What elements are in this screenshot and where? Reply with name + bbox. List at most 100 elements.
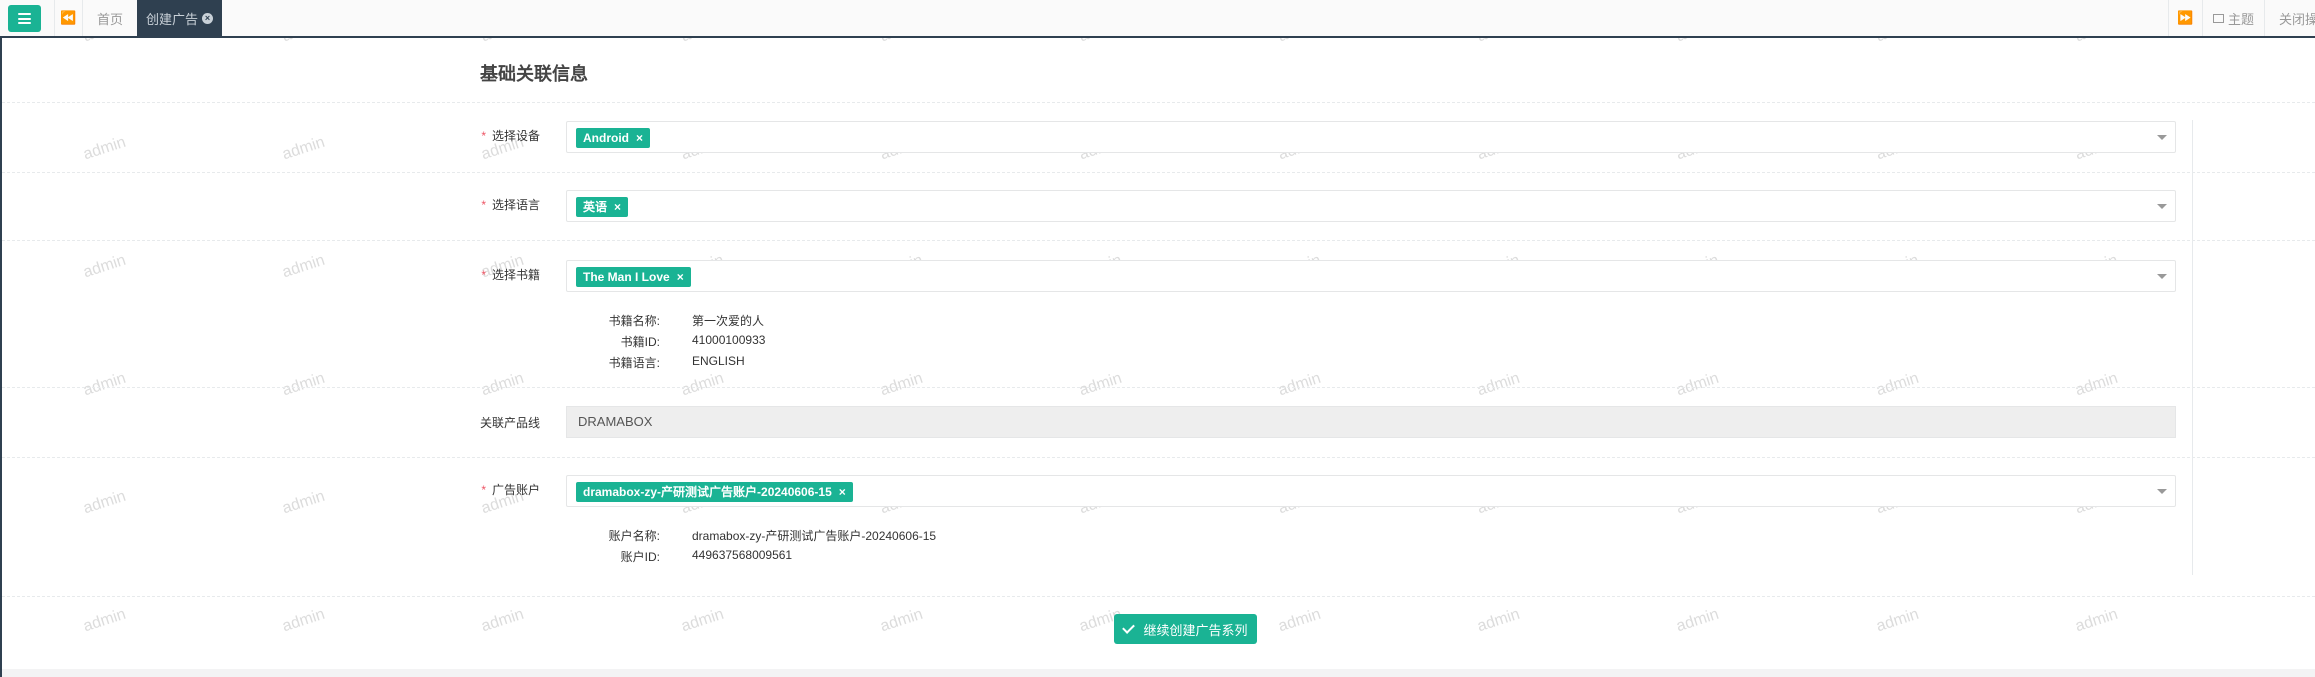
watermark-text: admin (81, 369, 128, 400)
required-mark: * (481, 129, 486, 143)
watermark-text: admin (2073, 369, 2120, 400)
chevron-down-icon (2157, 489, 2167, 494)
ad-account-label: * 广告账户 (430, 481, 540, 498)
ad-account-select[interactable]: dramabox-zy-产研测试广告账户-20240606-15 × (566, 475, 2176, 507)
tab-create-ad[interactable]: 创建广告 × (137, 0, 222, 36)
watermark-text: admin (878, 369, 925, 400)
device-select[interactable]: Android × (566, 121, 2176, 153)
book-select[interactable]: The Man I Love × (566, 260, 2176, 292)
selected-tag-label: The Man I Love (583, 270, 670, 284)
chevron-down-icon (2157, 135, 2167, 140)
theme-icon (2212, 13, 2224, 23)
watermark-text: admin (878, 605, 925, 636)
check-icon (1122, 621, 1136, 634)
watermark-text: admin (679, 605, 726, 636)
close-operations-label: 关闭操作 (2279, 11, 2315, 27)
language-label-text: 选择语言 (491, 198, 540, 212)
watermark-text: admin (280, 369, 327, 400)
selected-tag: The Man I Love × (576, 267, 691, 287)
watermark-text: admin (1276, 369, 1323, 400)
product-line-label: 关联产品线 (430, 414, 540, 431)
book-label-text: 选择书籍 (491, 268, 540, 282)
divider (2, 457, 2315, 458)
watermark-text: admin (1874, 605, 1921, 636)
book-language-key: 书籍语言: (608, 356, 660, 370)
form-right-border (2192, 120, 2193, 575)
account-name-key: 账户名称: (608, 529, 660, 543)
watermark-text: admin (1874, 369, 1921, 400)
watermark-text: admin (81, 487, 128, 518)
book-label: * 选择书籍 (430, 266, 540, 283)
continue-create-campaign-label: 继续创建广告系列 (1143, 622, 1248, 638)
divider (2, 172, 2315, 173)
tabs-scroll-left-button[interactable]: ⏪ (54, 0, 82, 36)
close-operations-button[interactable]: 关闭操作 (2264, 0, 2315, 36)
watermark-text: admin (1475, 369, 1522, 400)
divider (2, 596, 2315, 597)
menu-toggle-button[interactable] (8, 5, 41, 32)
selected-tag-label: Android (583, 131, 629, 145)
tag-remove-button[interactable]: × (839, 485, 846, 499)
required-mark: * (481, 268, 486, 282)
divider (2, 240, 2315, 241)
watermark-text: admin (1475, 605, 1522, 636)
section-title: 基础关联信息 (480, 64, 588, 84)
watermark-text: admin (679, 369, 726, 400)
watermark-text: admin (2073, 605, 2120, 636)
watermark-text: admin (280, 133, 327, 164)
watermark-text: admin (1674, 605, 1721, 636)
product-line-field: DRAMABOX (566, 406, 2176, 438)
book-language-value: ENGLISH (692, 354, 745, 368)
tab-create-ad-label: 创建广告 (145, 11, 198, 27)
book-name-value: 第一次爱的人 (692, 314, 765, 328)
language-label: * 选择语言 (430, 196, 540, 213)
continue-create-campaign-button[interactable]: 继续创建广告系列 (1114, 614, 1257, 644)
book-id-value: 41000100933 (692, 333, 766, 347)
top-tab-bar: ⏪ 首页 创建广告 × ⏩ 主题 关闭操作 (0, 0, 2315, 38)
selected-tag-label: dramabox-zy-产研测试广告账户-20240606-15 (583, 485, 832, 499)
watermark-text: admin (479, 605, 526, 636)
footer-strip (2, 669, 2315, 677)
hamburger-icon (18, 13, 31, 24)
watermark-text: admin (280, 605, 327, 636)
ad-account-label-text: 广告账户 (491, 483, 540, 497)
selected-tag: Android × (576, 128, 651, 148)
watermark-text: admin (280, 251, 327, 282)
watermark-text: admin (1077, 369, 1124, 400)
watermark-text: admin (1674, 369, 1721, 400)
language-select[interactable]: 英语 × (566, 190, 2176, 222)
selected-tag: 英语 × (576, 197, 629, 217)
double-chevron-left-icon: ⏪ (60, 10, 77, 25)
tab-home[interactable]: 首页 (82, 0, 137, 36)
account-id-value: 449637568009561 (692, 548, 793, 562)
selected-tag-label: 英语 (583, 200, 608, 214)
book-name-key: 书籍名称: (608, 314, 660, 328)
required-mark: * (481, 198, 486, 212)
watermark-text: admin (1276, 605, 1323, 636)
tag-remove-button[interactable]: × (614, 200, 621, 214)
required-mark: * (481, 483, 486, 497)
chevron-down-icon (2157, 204, 2167, 209)
account-name-value: dramabox-zy-产研测试广告账户-20240606-15 (692, 529, 937, 543)
watermark-text: admin (280, 487, 327, 518)
watermark-text: admin (81, 133, 128, 164)
watermark-text: admin (81, 605, 128, 636)
tag-remove-button[interactable]: × (636, 131, 643, 145)
account-id-key: 账户ID: (620, 550, 660, 564)
device-label-text: 选择设备 (491, 129, 540, 143)
double-chevron-right-icon: ⏩ (2177, 10, 2194, 25)
selected-tag: dramabox-zy-产研测试广告账户-20240606-15 × (576, 482, 853, 502)
device-label: * 选择设备 (430, 127, 540, 144)
theme-label: 主题 (2227, 11, 2254, 27)
divider (2, 102, 2315, 103)
watermark-text: admin (81, 251, 128, 282)
theme-button[interactable]: 主题 (2202, 0, 2264, 36)
chevron-down-icon (2157, 274, 2167, 279)
tag-remove-button[interactable]: × (677, 270, 684, 284)
book-id-key: 书籍ID: (620, 335, 660, 349)
watermark-text: admin (479, 369, 526, 400)
divider (2, 387, 2315, 388)
tabs-scroll-right-button[interactable]: ⏩ (2168, 0, 2202, 36)
close-circle-icon[interactable]: × (202, 12, 213, 24)
tab-home-label: 首页 (96, 11, 123, 27)
